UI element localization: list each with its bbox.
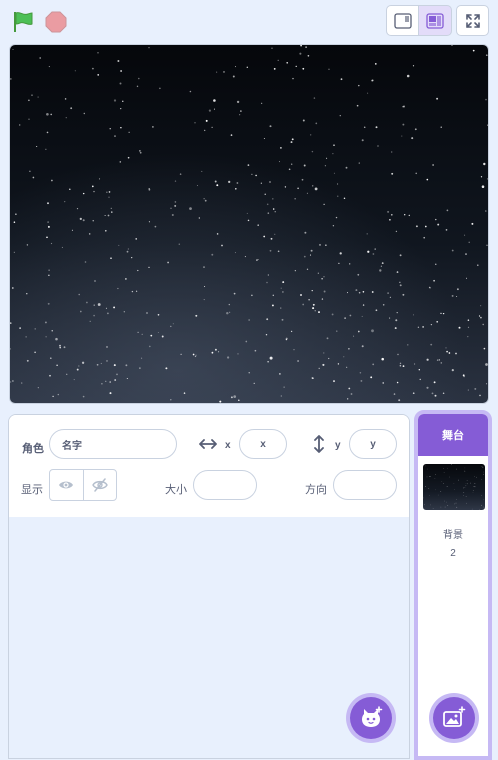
stage-size-toggle: [386, 5, 452, 36]
sprite-label: 角色: [22, 440, 44, 456]
large-stage-icon: [426, 13, 444, 29]
y-position-input[interactable]: y: [349, 429, 397, 459]
backdrop-thumbnail: [423, 464, 485, 510]
backdrops-count: 2: [418, 548, 488, 559]
green-flag-icon[interactable]: [11, 10, 35, 34]
sprite-name-input[interactable]: 名字: [49, 429, 177, 459]
y-placeholder: y: [370, 439, 376, 450]
stage-selector-title: 舞台: [418, 414, 488, 456]
backdrops-label: 背景: [418, 526, 488, 541]
image-backdrop-icon: [442, 706, 466, 730]
fullscreen-group: [456, 5, 489, 36]
eye-icon: [58, 479, 74, 491]
fullscreen-icon: [465, 13, 481, 29]
add-backdrop-button[interactable]: [429, 693, 479, 743]
show-label: 显示: [21, 481, 43, 497]
stage-canvas[interactable]: [9, 44, 489, 404]
hide-sprite-button[interactable]: [83, 470, 117, 500]
x-position-input[interactable]: x: [239, 429, 287, 459]
vertical-arrows-icon: [312, 435, 326, 453]
x-label: x: [225, 440, 231, 451]
horizontal-arrows-icon: [199, 437, 217, 451]
small-stage-icon: [394, 13, 412, 29]
large-stage-button[interactable]: [419, 5, 452, 36]
direction-label: 方向: [305, 481, 327, 497]
backdrop-thumbnail-image: [423, 464, 485, 510]
direction-input[interactable]: [333, 470, 397, 500]
x-placeholder: x: [260, 439, 266, 450]
small-stage-button[interactable]: [386, 5, 419, 36]
add-sprite-button[interactable]: [346, 693, 396, 743]
cat-sprite-icon: [359, 706, 383, 730]
sprite-info-area: 角色 名字 x x y y 显示: [9, 415, 409, 518]
y-label: y: [335, 440, 341, 451]
starfield-backdrop: [10, 45, 489, 404]
stage-header-bar: [0, 0, 498, 44]
add-sprite-button-inner: [350, 697, 392, 739]
fullscreen-button[interactable]: [456, 5, 489, 36]
size-label: 大小: [165, 481, 187, 497]
show-sprite-button[interactable]: [50, 470, 83, 500]
size-input[interactable]: [193, 470, 257, 500]
sprite-name-placeholder: 名字: [62, 437, 82, 452]
eye-off-icon: [92, 478, 108, 492]
add-backdrop-button-inner: [433, 697, 475, 739]
stop-icon[interactable]: [45, 11, 67, 33]
visibility-toggle: [49, 469, 117, 501]
